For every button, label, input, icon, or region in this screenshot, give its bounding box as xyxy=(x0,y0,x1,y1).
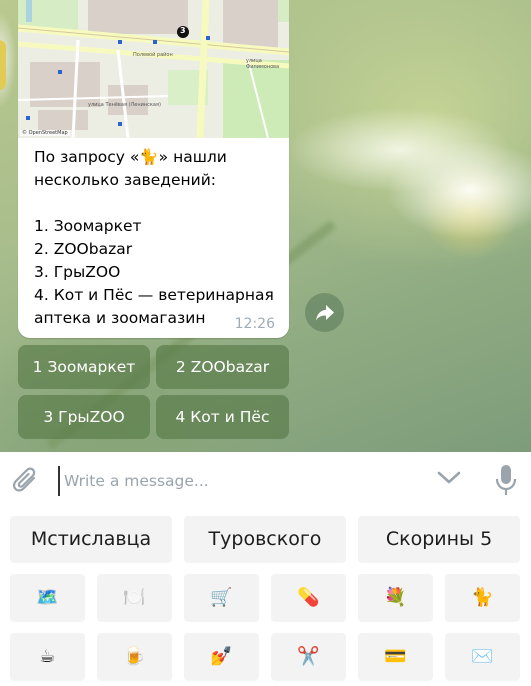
inline-button-kot-i-pes[interactable]: 4 Кот и Пёс xyxy=(156,395,289,439)
map-marker-label: 3 xyxy=(180,26,186,35)
scissors-icon[interactable]: ✂️ xyxy=(271,633,346,680)
map-street-label: улица Тенёвая (Ленинская) xyxy=(88,102,161,108)
bouquet-icon[interactable]: 💐 xyxy=(358,574,433,621)
keyboard-button-skoriny-5[interactable]: Скорины 5 xyxy=(358,516,520,562)
chat-area: 3 Полевой район улица Тенёвая (Ленинская… xyxy=(0,0,531,452)
inline-button-zoomarket[interactable]: 1 Зоомаркет xyxy=(18,345,150,389)
coffee-icon[interactable]: ☕ xyxy=(10,633,85,680)
keyboard-button-turovskogo[interactable]: Туровского xyxy=(184,516,346,562)
cat-icon[interactable]: 🐈 xyxy=(445,574,520,621)
attach-paperclip-icon[interactable] xyxy=(12,466,40,496)
message-bubble[interactable]: 3 Полевой район улица Тенёвая (Ленинская… xyxy=(18,0,289,338)
credit-card-icon[interactable]: 💳 xyxy=(358,633,433,680)
location-map[interactable]: 3 Полевой район улица Тенёвая (Ленинская… xyxy=(18,0,289,138)
message-timestamp: 12:26 xyxy=(234,316,275,332)
inline-button-gryzoo[interactable]: 3 ГрыZOO xyxy=(18,395,150,439)
keyboard-button-mstislavtsa[interactable]: Мстиславца xyxy=(10,516,172,562)
bot-keyboard: Мстиславца Туровского Скорины 5 🗺️ 🍽️ 🛒 … xyxy=(0,508,531,686)
inline-button-zoobazar[interactable]: 2 ZOObazar xyxy=(156,345,289,389)
share-arrow-icon xyxy=(315,304,334,320)
map-street-label: улица Филимонова xyxy=(246,58,280,70)
restaurant-icon[interactable]: 🍽️ xyxy=(97,574,172,621)
chevron-down-icon[interactable] xyxy=(436,470,462,486)
microphone-icon[interactable] xyxy=(494,464,518,498)
message-input[interactable] xyxy=(58,466,426,496)
map-attribution: © OpenStreetMap xyxy=(20,130,70,136)
pill-icon[interactable]: 💊 xyxy=(271,574,346,621)
background-daisy xyxy=(0,0,20,200)
share-button[interactable] xyxy=(305,293,344,332)
envelope-icon[interactable]: ✉️ xyxy=(445,633,520,680)
map-street-label: Полевой район xyxy=(133,52,173,58)
shopping-cart-icon[interactable]: 🛒 xyxy=(184,574,259,621)
map-icon[interactable]: 🗺️ xyxy=(10,574,85,621)
message-text: По запросу «🐈» нашли несколько заведений… xyxy=(34,148,274,327)
beer-icon[interactable]: 🍺 xyxy=(97,633,172,680)
nail-polish-icon[interactable]: 💅 xyxy=(184,633,259,680)
